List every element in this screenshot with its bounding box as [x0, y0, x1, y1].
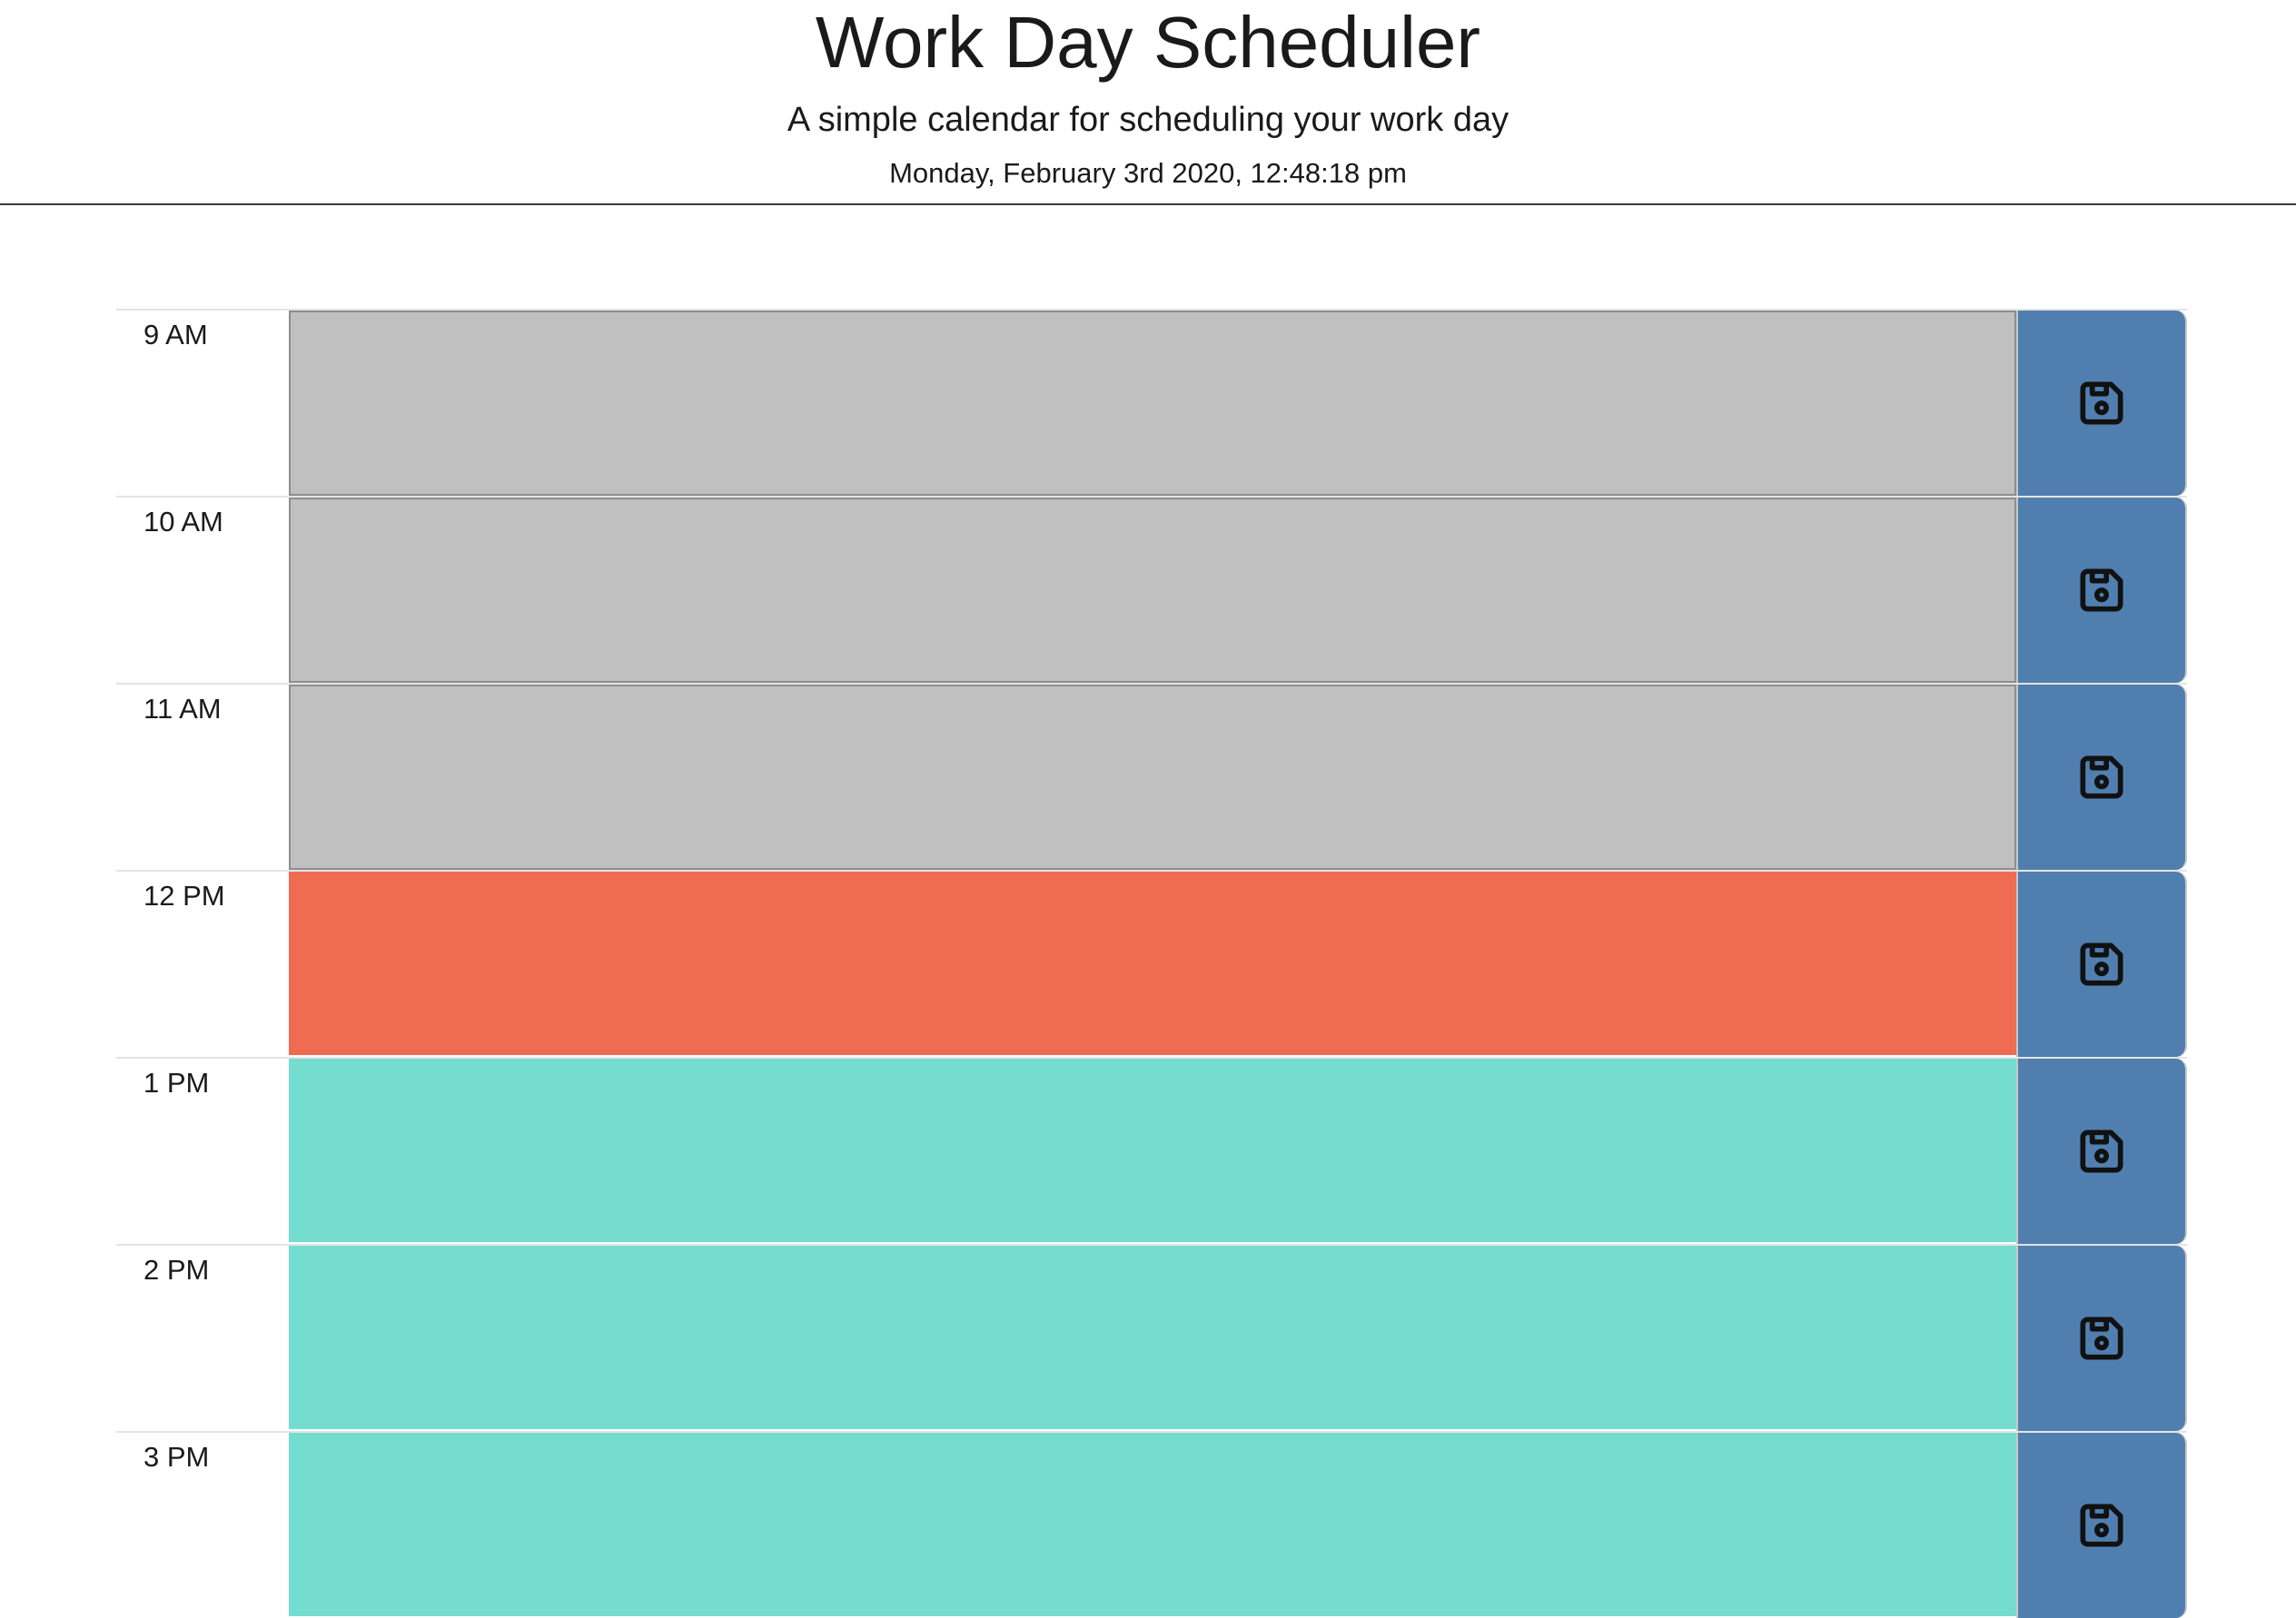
floppy-disk-icon	[2080, 1504, 2123, 1547]
time-block: 9 AM	[116, 309, 2187, 496]
time-block: 2 PM	[116, 1244, 2187, 1431]
event-description-past[interactable]	[289, 311, 2016, 496]
save-button[interactable]	[2016, 311, 2187, 496]
hour-label: 1 PM	[144, 1067, 210, 1099]
event-description-present[interactable]	[289, 872, 2016, 1057]
save-button[interactable]	[2016, 1246, 2187, 1431]
page-title: Work Day Scheduler	[815, 2, 1481, 83]
scheduler-container: 9 AM 10 AM 11 AM 12 PM 1 PM 2 PM 3 PM	[116, 309, 2187, 1618]
event-description-future[interactable]	[289, 1246, 2016, 1431]
event-description-past[interactable]	[289, 685, 2016, 870]
event-description-past[interactable]	[289, 498, 2016, 683]
time-block: 11 AM	[116, 683, 2187, 870]
time-block: 3 PM	[116, 1431, 2187, 1618]
floppy-disk-icon	[2080, 755, 2123, 799]
hour-label: 10 AM	[144, 506, 223, 538]
floppy-disk-icon	[2080, 568, 2123, 612]
floppy-disk-icon	[2080, 942, 2123, 986]
page-header: Work Day Scheduler A simple calendar for…	[0, 0, 2296, 205]
page-subtitle: A simple calendar for scheduling your wo…	[787, 101, 1509, 139]
hour-label: 11 AM	[144, 693, 222, 725]
time-block: 1 PM	[116, 1057, 2187, 1244]
floppy-disk-icon	[2080, 1317, 2123, 1360]
hour-label: 2 PM	[144, 1254, 210, 1286]
hour-label: 12 PM	[144, 880, 225, 912]
event-description-future[interactable]	[289, 1059, 2016, 1244]
time-block: 10 AM	[116, 496, 2187, 683]
save-button[interactable]	[2016, 498, 2187, 683]
save-button[interactable]	[2016, 872, 2187, 1057]
current-day: Monday, February 3rd 2020, 12:48:18 pm	[889, 157, 1407, 189]
event-description-future[interactable]	[289, 1433, 2016, 1618]
hour-label: 9 AM	[144, 319, 208, 350]
hour-label: 3 PM	[144, 1441, 210, 1473]
save-button[interactable]	[2016, 1059, 2187, 1244]
floppy-disk-icon	[2080, 381, 2123, 425]
floppy-disk-icon	[2080, 1130, 2123, 1173]
save-button[interactable]	[2016, 685, 2187, 870]
save-button[interactable]	[2016, 1433, 2187, 1618]
time-block: 12 PM	[116, 870, 2187, 1057]
